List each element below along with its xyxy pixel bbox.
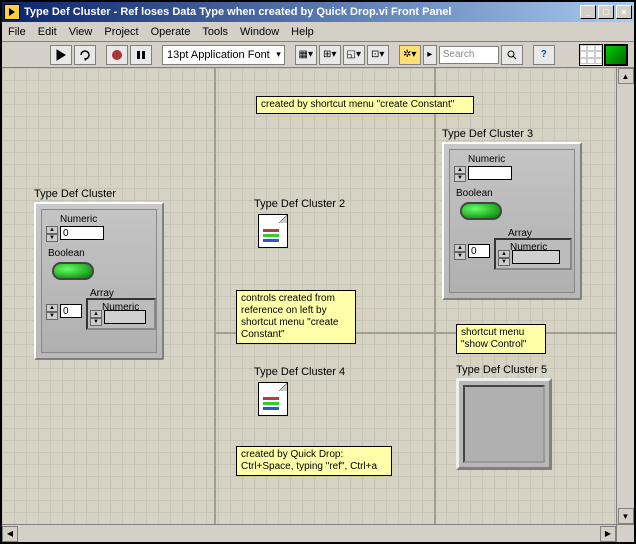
scroll-right-button[interactable]: ▶ — [600, 526, 616, 542]
help-button[interactable]: ? — [533, 45, 555, 65]
horizontal-scrollbar[interactable]: ◀ ▶ — [2, 524, 616, 542]
toolbar: 13pt Application Font ▦▾ ⊞▾ ◱▾ ⊡▾ ✲▾ ▸ S… — [2, 42, 634, 68]
scroll-corner — [616, 524, 634, 542]
cluster1-array-elem-spinner[interactable]: ▲▼ — [90, 310, 102, 326]
cluster1-boolean-label: Boolean — [48, 248, 85, 259]
canvas-area: created by shortcut menu "create Constan… — [2, 68, 634, 542]
run-button[interactable] — [50, 45, 72, 65]
maximize-button[interactable]: □ — [598, 5, 614, 19]
menu-window[interactable]: Window — [240, 26, 279, 38]
front-panel-canvas[interactable]: created by shortcut menu "create Constan… — [2, 68, 616, 524]
app-window: Type Def Cluster - Ref loses Data Type w… — [0, 0, 636, 544]
font-dropdown[interactable]: 13pt Application Font — [162, 45, 285, 65]
scroll-left-button[interactable]: ◀ — [2, 526, 18, 542]
cluster3-array-elem-value[interactable] — [512, 250, 560, 264]
grid-icon[interactable] — [579, 44, 603, 66]
cluster1-array-index-spinner[interactable]: ▲▼ — [46, 304, 58, 320]
divider-vertical-2 — [434, 68, 436, 524]
menu-project[interactable]: Project — [104, 26, 138, 38]
cluster3-title: Type Def Cluster 3 — [442, 128, 533, 140]
vertical-scrollbar[interactable]: ▲ ▼ — [616, 68, 634, 524]
search-input[interactable]: Search — [439, 46, 499, 64]
cluster1-boolean-button[interactable] — [52, 262, 94, 280]
cluster3-numeric-spinner[interactable]: ▲▼ — [454, 166, 466, 182]
cluster1-title: Type Def Cluster — [34, 188, 116, 200]
cluster2-title: Type Def Cluster 2 — [254, 198, 345, 210]
run-continuous-button[interactable] — [74, 45, 96, 65]
cluster2-refnum[interactable] — [258, 214, 288, 248]
cluster1-numeric-value[interactable]: 0 — [60, 226, 104, 240]
note-top: created by shortcut menu "create Constan… — [256, 96, 474, 114]
cluster3-numeric-label: Numeric — [468, 154, 505, 165]
scroll-down-button[interactable]: ▼ — [618, 508, 634, 524]
menu-view[interactable]: View — [69, 26, 93, 38]
search-button[interactable] — [501, 45, 523, 65]
menu-tools[interactable]: Tools — [202, 26, 228, 38]
cluster1-array-index[interactable]: 0 — [60, 304, 82, 318]
abort-button[interactable] — [106, 45, 128, 65]
reorder-dropdown[interactable]: ⊡▾ — [367, 45, 389, 65]
menu-file[interactable]: File — [8, 26, 26, 38]
cluster1[interactable]: Numeric ▲▼ 0 Boolean Array ▲▼ 0 Numeric … — [34, 202, 164, 360]
search-divider-button[interactable]: ▸ — [423, 45, 437, 65]
highlight-button[interactable]: ✲▾ — [399, 45, 421, 65]
cluster3-boolean-button[interactable] — [460, 202, 502, 220]
cluster1-numeric-spinner[interactable]: ▲▼ — [46, 226, 58, 242]
titlebar: Type Def Cluster - Ref loses Data Type w… — [2, 2, 634, 22]
resize-dropdown[interactable]: ◱▾ — [343, 45, 365, 65]
menu-operate[interactable]: Operate — [151, 26, 191, 38]
cluster3-array-index[interactable]: 0 — [468, 244, 490, 258]
note-mid: controls created from reference on left … — [236, 290, 356, 344]
scroll-up-button[interactable]: ▲ — [618, 68, 634, 84]
close-button[interactable]: × — [616, 5, 632, 19]
divider-vertical-1 — [214, 68, 216, 524]
distribute-dropdown[interactable]: ⊞▾ — [319, 45, 341, 65]
pause-button[interactable] — [130, 45, 152, 65]
cluster5-title: Type Def Cluster 5 — [456, 364, 547, 376]
cluster3-array-elem-spinner[interactable]: ▲▼ — [498, 250, 510, 266]
cluster5[interactable] — [456, 378, 552, 470]
cluster4-title: Type Def Cluster 4 — [254, 366, 345, 378]
cluster4-refnum[interactable] — [258, 382, 288, 416]
cluster3-array-index-spinner[interactable]: ▲▼ — [454, 244, 466, 260]
cluster1-array-elem-value[interactable] — [104, 310, 146, 324]
cluster1-numeric-label: Numeric — [60, 214, 97, 225]
window-title: Type Def Cluster - Ref loses Data Type w… — [24, 6, 580, 18]
align-dropdown[interactable]: ▦▾ — [295, 45, 317, 65]
app-icon — [4, 4, 20, 20]
menubar: File Edit View Project Operate Tools Win… — [2, 22, 634, 42]
menu-edit[interactable]: Edit — [38, 26, 57, 38]
menu-help[interactable]: Help — [291, 26, 314, 38]
note-bottom: created by Quick Drop: Ctrl+Space, typin… — [236, 446, 392, 476]
cluster3-numeric-value[interactable] — [468, 166, 512, 180]
vi-icon[interactable] — [604, 44, 628, 66]
minimize-button[interactable]: _ — [580, 5, 596, 19]
cluster3[interactable]: Numeric ▲▼ Boolean Array ▲▼ 0 Numeric ▲▼ — [442, 142, 582, 300]
note-right: shortcut menu "show Control" — [456, 324, 546, 354]
cluster3-boolean-label: Boolean — [456, 188, 493, 199]
